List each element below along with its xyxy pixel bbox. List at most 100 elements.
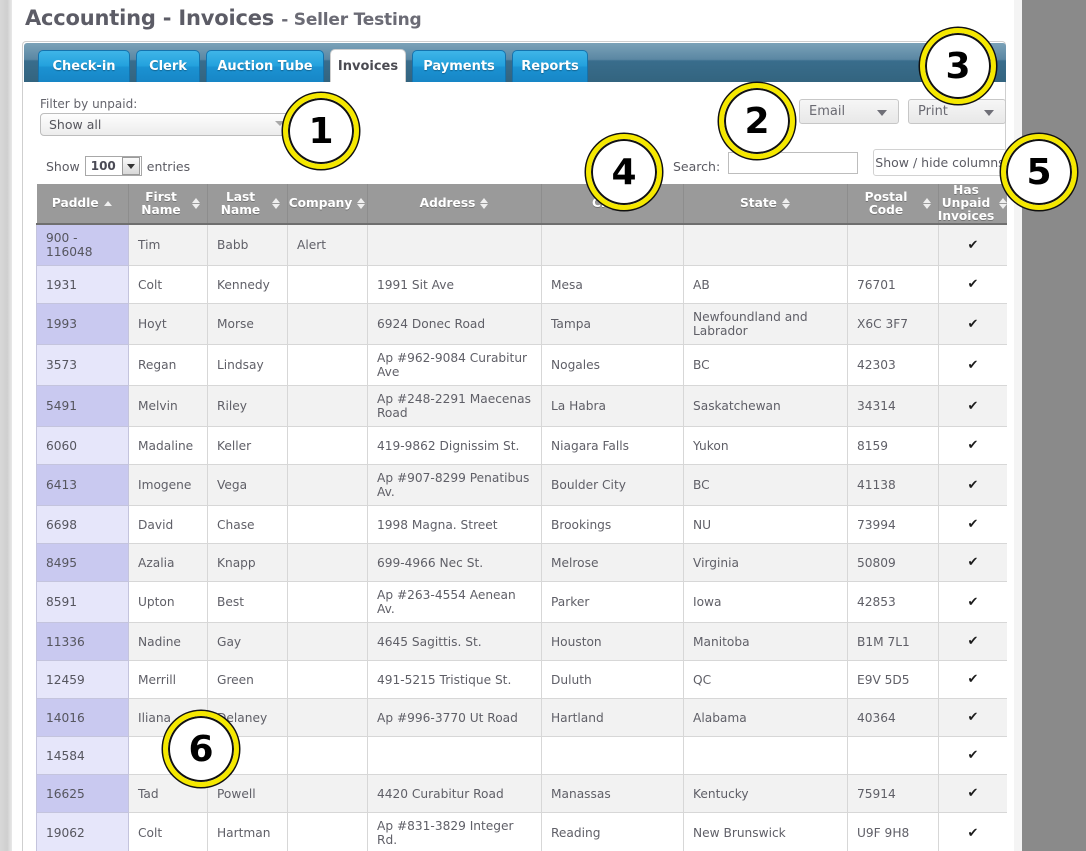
column-header-label: First Name	[141, 189, 181, 217]
check-icon: ✔	[967, 357, 979, 373]
column-header-last-name[interactable]: Last Name	[207, 184, 288, 225]
annotation-marker-6: 6	[163, 711, 239, 787]
cell-postal: E9V 5D5	[847, 660, 939, 699]
check-icon: ✔	[967, 237, 979, 253]
cell-paddle: 8495	[36, 543, 129, 582]
cell-postal: 75914	[847, 774, 939, 813]
check-icon: ✔	[967, 786, 979, 801]
check-icon: ✔	[967, 825, 979, 841]
tab-reports[interactable]: Reports	[512, 50, 588, 82]
table-row[interactable]: 6698 David Chase 1998 Magna. Street Brooking…	[36, 505, 1007, 544]
column-header-company[interactable]: Company	[287, 184, 368, 225]
filter-by-unpaid-label: Filter by unpaid:	[40, 97, 138, 111]
cell-has-unpaid-invoices: ✔	[938, 581, 1007, 623]
check-icon: ✔	[967, 710, 979, 725]
table-row[interactable]: 8591 Upton Best Ap #263-4554 Aenean Av. Park…	[36, 581, 1007, 623]
table-row[interactable]: 1931 Colt Kennedy 1991 Sit Ave Mesa AB 76701 ✔	[36, 265, 1007, 304]
check-icon: ✔	[967, 634, 979, 649]
tab-clerk[interactable]: Clerk	[136, 50, 200, 82]
cell-address: Ap #263-4554 Aenean Av.	[367, 581, 542, 623]
cell-postal: X6C 3F7	[847, 303, 939, 345]
entries-length-control: Show 100 entries	[46, 156, 190, 176]
cell-has-unpaid-invoices: ✔	[938, 223, 1007, 266]
cell-has-unpaid-invoices: ✔	[938, 303, 1007, 345]
page-title: Accounting - Invoices - Seller Testing	[25, 6, 422, 30]
cell-has-unpaid-invoices: ✔	[938, 774, 1007, 813]
table-row[interactable]: 19062 Colt Hartman Ap #831-3829 Integer Rd.…	[36, 812, 1007, 851]
cell-city: Reading	[541, 812, 684, 851]
page-title-sub: - Seller Testing	[281, 10, 422, 30]
sort-both-icon	[357, 197, 366, 210]
filter-by-unpaid-select[interactable]: Show all	[40, 113, 293, 136]
annotation-marker-5: 5	[1001, 134, 1077, 210]
table-row[interactable]: 900 - 116048 Tim Babb Alert ✔	[36, 223, 1007, 266]
cell-postal: B1M 7L1	[847, 622, 939, 661]
annotation-marker-label: 6	[188, 728, 214, 770]
table-row[interactable]: 5491 Melvin Riley Ap #248-2291 Maecenas Roa…	[36, 385, 1007, 427]
column-header-label: Last Name	[220, 189, 261, 217]
chevron-down-icon	[984, 110, 994, 116]
cell-city: Tampa	[541, 303, 684, 345]
table-row[interactable]: 6060 Madaline Keller 419-9862 Dignissim St.…	[36, 426, 1007, 465]
tab-auction-tube[interactable]: Auction Tube	[206, 50, 324, 82]
cell-paddle: 14584	[36, 736, 129, 775]
cell-last: Vega	[207, 464, 288, 506]
cell-city: Manassas	[541, 774, 684, 813]
tab-check-in[interactable]: Check-in	[38, 50, 130, 82]
right-window-gutter	[1022, 0, 1086, 851]
column-header-label: State	[740, 196, 777, 210]
cell-company	[287, 812, 368, 851]
filter-by-unpaid-value: Show all	[49, 117, 102, 132]
table-row[interactable]: 1993 Hoyt Morse 6924 Donec Road Tampa Newfoun…	[36, 303, 1007, 345]
column-header-paddle[interactable]: Paddle	[36, 184, 129, 225]
column-header-label: Has Unpaid Invoices	[937, 184, 995, 223]
cell-paddle: 3573	[36, 344, 129, 386]
cell-has-unpaid-invoices: ✔	[938, 344, 1007, 386]
cell-paddle: 5491	[36, 385, 129, 427]
cell-city: Niagara Falls	[541, 426, 684, 465]
check-icon: ✔	[967, 398, 979, 414]
cell-address: Ap #962-9084 Curabitur Ave	[367, 344, 542, 386]
cell-address: 4645 Sagittis. St.	[367, 622, 542, 661]
cell-state: New Brunswick	[683, 812, 848, 851]
cell-address	[367, 223, 542, 266]
cell-paddle: 6060	[36, 426, 129, 465]
email-dropdown-button[interactable]: Email	[799, 99, 899, 124]
column-header-first-name[interactable]: First Name	[128, 184, 208, 225]
check-icon: ✔	[967, 316, 979, 332]
cell-last: Green	[207, 660, 288, 699]
cell-city: Parker	[541, 581, 684, 623]
cell-address: Ap #996-3770 Ut Road	[367, 698, 542, 737]
cell-first: Regan	[128, 344, 208, 386]
cell-state: NU	[683, 505, 848, 544]
sort-both-icon	[999, 197, 1007, 210]
check-icon: ✔	[967, 748, 979, 763]
table-row[interactable]: 11336 Nadine Gay 4645 Sagittis. St. Houston M…	[36, 622, 1007, 661]
cell-postal: 76701	[847, 265, 939, 304]
table-row[interactable]: 12459 Merrill Green 491-5215 Tristique St. D…	[36, 660, 1007, 699]
chevron-down-icon[interactable]	[121, 157, 140, 175]
table-row[interactable]: 3573 Regan Lindsay Ap #962-9084 Curabitur A…	[36, 344, 1007, 386]
show-hide-columns-button[interactable]: Show / hide columns	[873, 149, 1007, 176]
table-row[interactable]: 8495 Azalia Knapp 699-4966 Nec St. Melrose Vi…	[36, 543, 1007, 582]
column-header-has-unpaid-invoices[interactable]: Has Unpaid Invoices	[937, 184, 1007, 225]
cell-company	[287, 622, 368, 661]
cell-company	[287, 736, 368, 775]
column-header-postal-code[interactable]: Postal Code	[847, 184, 939, 225]
cell-paddle: 900 - 116048	[36, 223, 129, 266]
tab-invoices[interactable]: Invoices	[330, 49, 406, 82]
cell-first: Tim	[128, 223, 208, 266]
column-header-address[interactable]: Address	[367, 184, 542, 225]
sort-both-icon	[192, 197, 201, 210]
sort-both-icon	[272, 197, 281, 210]
cell-state: QC	[683, 660, 848, 699]
column-header-state[interactable]: State	[683, 184, 848, 225]
annotation-marker-label: 4	[611, 151, 637, 193]
tab-payments[interactable]: Payments	[412, 50, 506, 82]
entries-select[interactable]: 100	[84, 156, 142, 176]
sort-ascending-icon	[103, 197, 113, 210]
cell-address: 699-4966 Nec St.	[367, 543, 542, 582]
table-row[interactable]: 6413 Imogene Vega Ap #907-8299 Penatibus Av…	[36, 464, 1007, 506]
cell-has-unpaid-invoices: ✔	[938, 736, 1007, 775]
cell-address: 491-5215 Tristique St.	[367, 660, 542, 699]
